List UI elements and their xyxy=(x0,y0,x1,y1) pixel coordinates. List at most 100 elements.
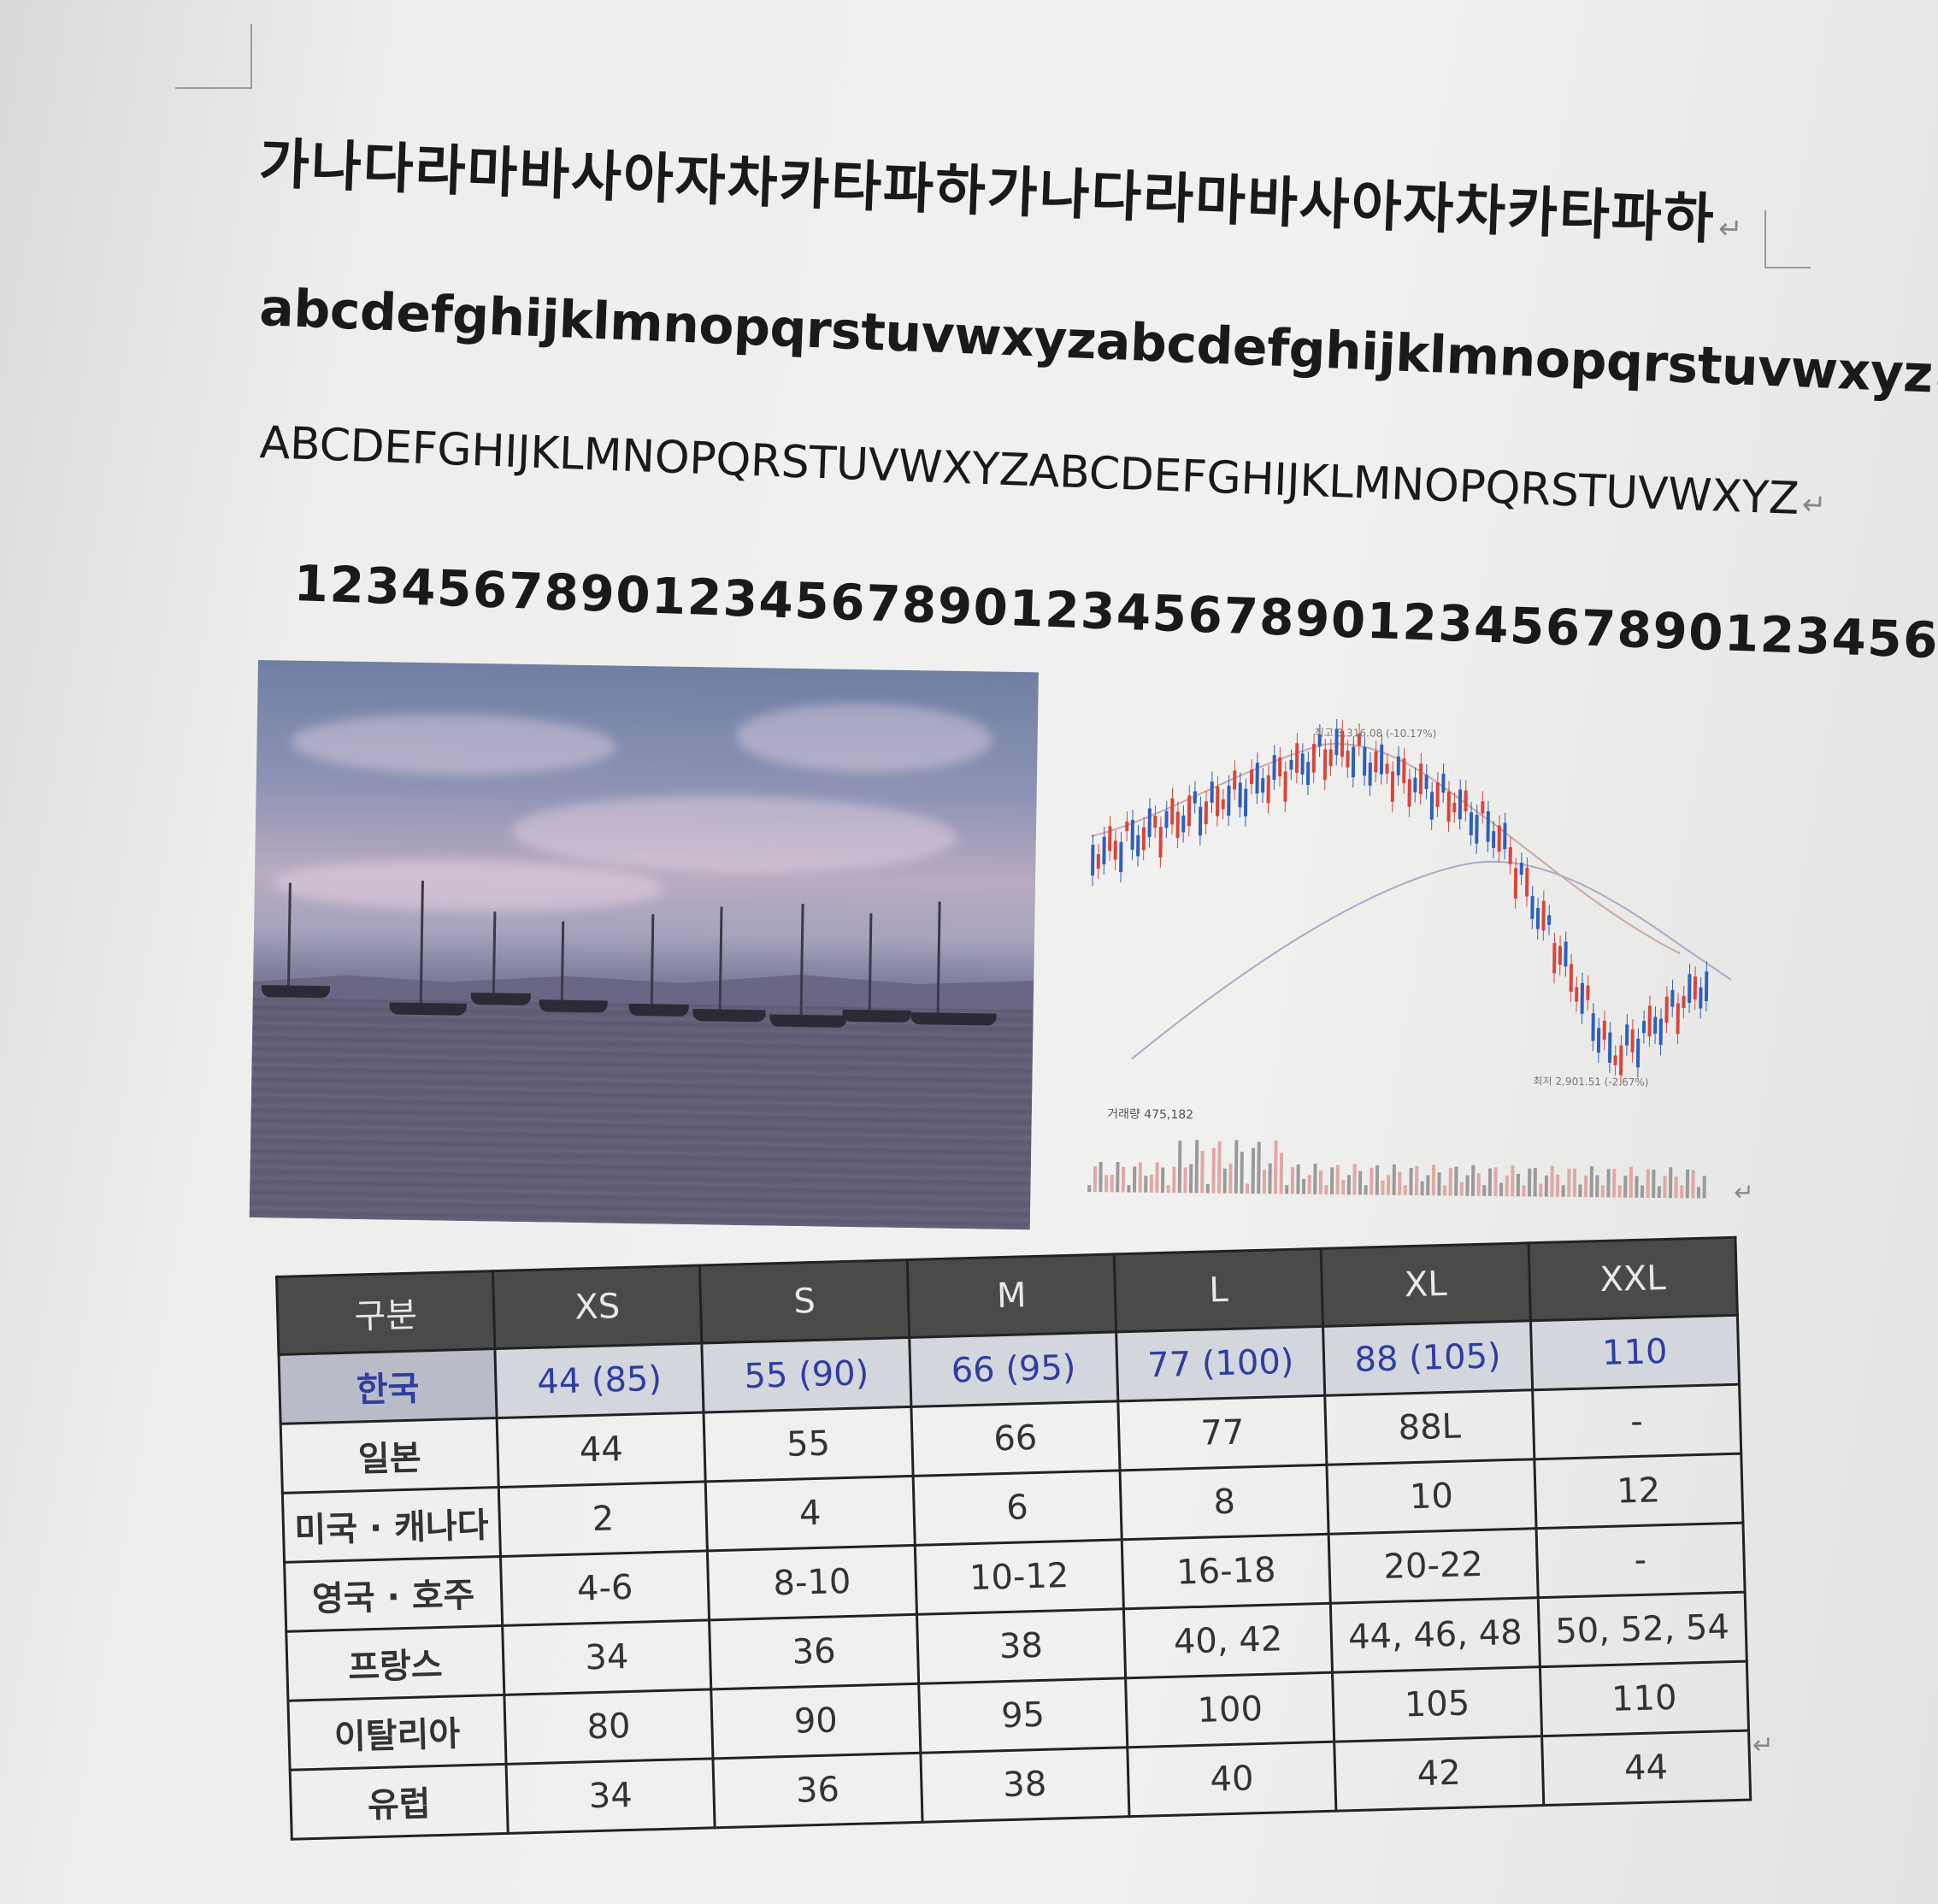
table-cell[interactable]: 10-12 xyxy=(914,1539,1124,1615)
header-l[interactable]: L xyxy=(1114,1248,1323,1332)
table-cell[interactable]: 16-18 xyxy=(1122,1534,1331,1609)
volume-bar xyxy=(1702,1176,1706,1199)
sailboat xyxy=(769,1014,847,1028)
volume-bar xyxy=(1674,1176,1678,1199)
table-cell[interactable]: 110 xyxy=(1530,1315,1740,1390)
candle xyxy=(1141,827,1146,851)
table-cell[interactable]: 38 xyxy=(920,1747,1129,1823)
header-category[interactable]: 구분 xyxy=(276,1270,495,1355)
table-cell[interactable]: 36 xyxy=(709,1614,919,1689)
table-cell[interactable]: 12 xyxy=(1534,1453,1743,1529)
table-cell[interactable]: 55 (90) xyxy=(702,1337,911,1412)
volume-bar xyxy=(1138,1162,1142,1193)
table-cell[interactable]: - xyxy=(1535,1523,1746,1598)
candle xyxy=(1233,770,1237,790)
row-label[interactable]: 영국 · 호주 xyxy=(284,1556,503,1632)
table-cell[interactable]: 20-22 xyxy=(1328,1528,1538,1604)
table-cell[interactable]: 90 xyxy=(711,1683,921,1759)
header-s[interactable]: S xyxy=(699,1259,910,1344)
header-m[interactable]: M xyxy=(906,1253,1116,1338)
table-cell[interactable]: 55 xyxy=(704,1406,913,1482)
volume-bar xyxy=(1572,1168,1577,1198)
volume-bar xyxy=(1110,1174,1114,1193)
table-cell[interactable]: 38 xyxy=(916,1608,1126,1684)
candle xyxy=(1530,896,1534,919)
row-label[interactable]: 한국 xyxy=(279,1348,498,1424)
volume-bar xyxy=(1578,1184,1582,1198)
table-cell[interactable]: 10 xyxy=(1327,1459,1536,1535)
table-cell[interactable]: 88L xyxy=(1325,1389,1534,1465)
candle xyxy=(1492,831,1496,848)
table-cell[interactable]: 66 xyxy=(910,1400,1121,1477)
candle xyxy=(1164,811,1169,828)
volume-bar xyxy=(1600,1185,1605,1198)
table-cell[interactable]: 4 xyxy=(705,1476,915,1551)
header-xl[interactable]: XL xyxy=(1321,1242,1531,1327)
harbor-photo[interactable] xyxy=(249,660,1039,1230)
sailboat xyxy=(539,999,608,1013)
table-cell[interactable]: 8-10 xyxy=(707,1545,917,1620)
volume-bar xyxy=(1646,1169,1650,1198)
row-label[interactable]: 일본 xyxy=(280,1418,499,1494)
table-cell[interactable]: 44, 46, 48 xyxy=(1330,1597,1540,1673)
candle xyxy=(1374,751,1378,773)
header-xs[interactable]: XS xyxy=(492,1265,703,1349)
table-cell[interactable]: 2 xyxy=(498,1481,708,1557)
table-cell[interactable]: 36 xyxy=(713,1753,922,1828)
table-cell[interactable]: 44 xyxy=(1541,1730,1751,1806)
row-label[interactable]: 유럽 xyxy=(290,1764,509,1840)
volume-bar xyxy=(1567,1168,1571,1197)
hangul-line[interactable]: 가나다라마바사아자차카타파하가나다라마바사아자차카타파하↵ xyxy=(257,120,1746,256)
header-xxl[interactable]: XXL xyxy=(1528,1237,1738,1321)
volume-bar xyxy=(1487,1168,1493,1197)
table-cell[interactable]: 50, 52, 54 xyxy=(1537,1592,1747,1667)
candle xyxy=(1497,825,1501,852)
candle xyxy=(1535,908,1540,929)
cloud xyxy=(511,792,957,876)
table-cell[interactable]: 40, 42 xyxy=(1123,1603,1333,1678)
lowercase-line[interactable]: abcdefghijklmnopqrstuvwxyzabcdefghijklmn… xyxy=(258,278,1938,406)
volume-bar xyxy=(1273,1140,1278,1194)
table-cell[interactable]: 34 xyxy=(506,1758,716,1834)
table-cell[interactable]: 40 xyxy=(1127,1742,1337,1817)
candle xyxy=(1513,868,1518,899)
candle xyxy=(1569,964,1573,993)
row-label[interactable]: 이탈리아 xyxy=(287,1695,507,1771)
table-cell[interactable]: - xyxy=(1532,1384,1741,1459)
table-cell[interactable]: 8 xyxy=(1120,1465,1329,1540)
candle xyxy=(1396,756,1400,775)
table-cell[interactable]: 105 xyxy=(1332,1666,1542,1742)
volume-bar xyxy=(1685,1169,1690,1199)
table-cell[interactable]: 44 (85) xyxy=(494,1343,704,1418)
table-cell[interactable]: 66 (95) xyxy=(909,1331,1118,1407)
uppercase-line[interactable]: ABCDEFGHIJKLMNOPQRSTUVWXYZABCDEFGHIJKLMN… xyxy=(259,417,1828,526)
size-conversion-table[interactable]: 구분 XS S M L XL XXL 한국 44 (85) 55 (90) 66… xyxy=(275,1236,1752,1841)
high-annotation: 최고 3,316.08 (-10.17%) xyxy=(1315,727,1437,740)
table-cell[interactable]: 42 xyxy=(1334,1736,1544,1812)
volume-bar xyxy=(1352,1164,1357,1195)
candle xyxy=(1255,763,1259,794)
table-cell[interactable]: 6 xyxy=(912,1470,1122,1546)
candle xyxy=(1596,1028,1601,1053)
table-cell[interactable]: 34 xyxy=(502,1619,712,1695)
volume-bars-group xyxy=(1087,1140,1706,1199)
volume-bar xyxy=(1611,1169,1617,1198)
table-cell[interactable]: 77 xyxy=(1117,1395,1328,1471)
volume-bar xyxy=(1420,1181,1424,1196)
table-cell[interactable]: 100 xyxy=(1125,1672,1335,1748)
row-label[interactable]: 프랑스 xyxy=(286,1625,504,1701)
table-cell[interactable]: 88 (105) xyxy=(1322,1320,1533,1396)
candle xyxy=(1435,782,1440,808)
margin-corner-top-right xyxy=(1764,210,1811,268)
volume-bar xyxy=(1691,1170,1695,1199)
table-cell[interactable]: 44 xyxy=(497,1412,706,1488)
table-cell[interactable]: 77 (100) xyxy=(1116,1326,1326,1401)
row-label[interactable]: 미국 · 캐나다 xyxy=(282,1487,501,1563)
candle xyxy=(1647,1005,1652,1037)
table-cell[interactable]: 80 xyxy=(504,1689,714,1765)
table-cell[interactable]: 4-6 xyxy=(500,1550,710,1626)
table-cell[interactable]: 110 xyxy=(1540,1661,1749,1736)
table-cell[interactable]: 95 xyxy=(918,1677,1128,1754)
stock-chart[interactable]: 최고 3,316.08 (-10.17%) 최저 2,901.51 (-2.67… xyxy=(1079,716,1754,1206)
digits-line[interactable]: 1234567890123456789012345678901234567890… xyxy=(293,554,1938,675)
